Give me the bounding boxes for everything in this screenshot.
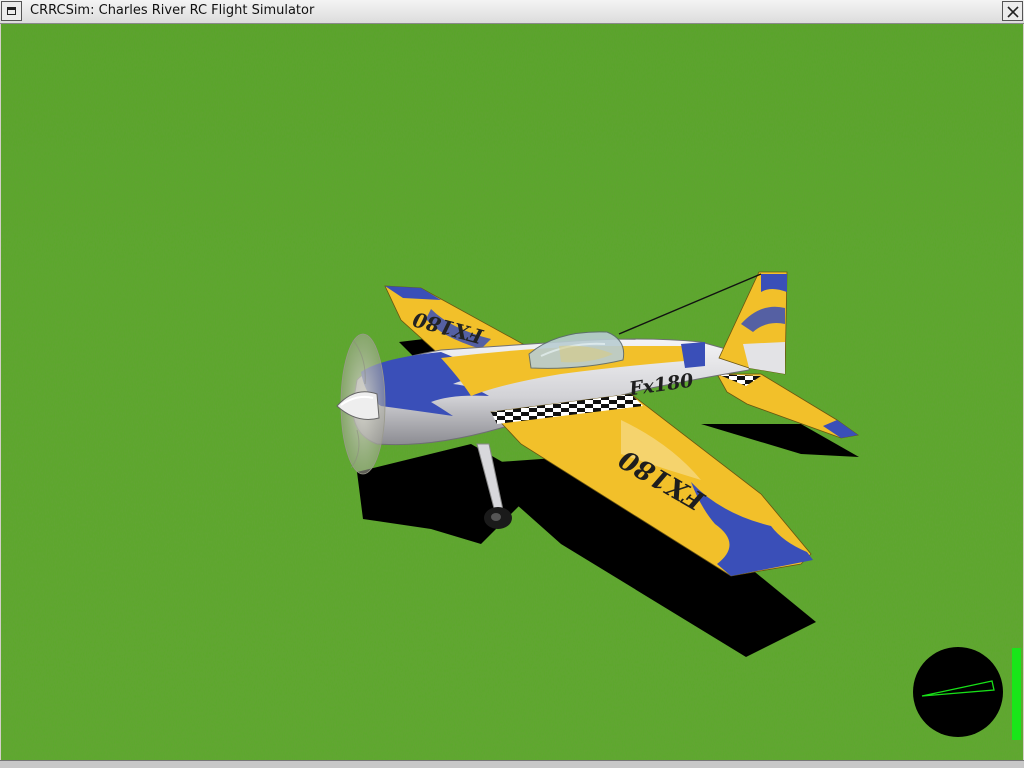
simulation-viewport[interactable]: FX180 Fx180 FX180 [1,24,1023,760]
throttle-fill [1012,648,1021,740]
window-bottom-border [0,760,1024,768]
app-window: CRRCSim: Charles River RC Flight Simulat… [0,0,1024,768]
throttle-indicator [1012,648,1021,740]
window-title: CRRCSim: Charles River RC Flight Simulat… [30,3,315,18]
close-icon [1007,6,1019,18]
flight-scene: FX180 Fx180 FX180 [1,24,1023,760]
close-button[interactable] [1002,1,1023,21]
attitude-gauge [912,646,1004,738]
window-menu-button[interactable] [1,1,22,21]
attitude-indicator-icon [913,647,1003,737]
window-menu-icon [7,7,16,15]
title-bar[interactable]: CRRCSim: Charles River RC Flight Simulat… [0,0,1024,24]
